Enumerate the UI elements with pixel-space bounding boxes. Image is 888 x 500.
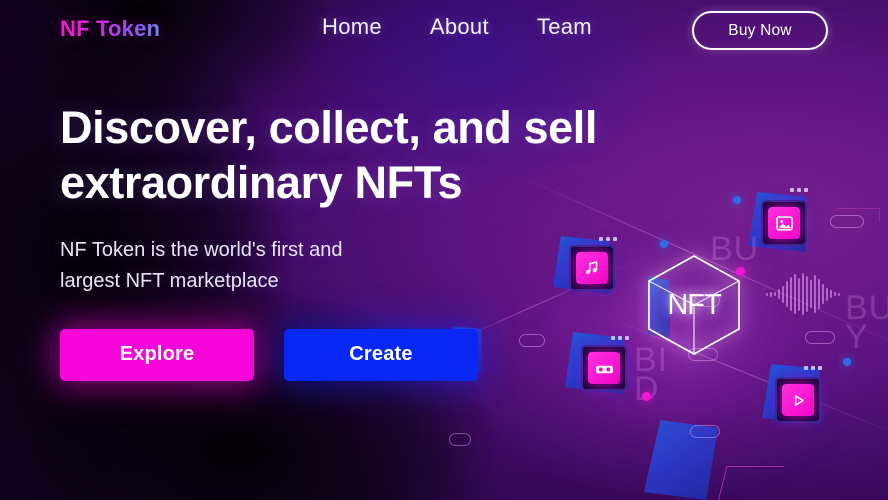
hero-section: Discover, collect, and sell extraordinar… [60, 100, 680, 381]
hero-subtitle: NF Token is the world's first and larges… [60, 235, 680, 298]
page-title: Discover, collect, and sell extraordinar… [60, 100, 680, 211]
main-navigation: Home About Team [322, 14, 592, 40]
subtitle-line-2: largest NFT marketplace [60, 270, 279, 293]
hero-cta-row: Explore Create [60, 328, 680, 381]
site-logo[interactable]: NF Token [60, 16, 160, 42]
explore-button[interactable]: Explore [60, 328, 254, 381]
nav-link-about[interactable]: About [430, 14, 489, 40]
headline-line-1: Discover, collect, and sell [60, 102, 597, 153]
subtitle-line-1: NF Token is the world's first and [60, 238, 343, 261]
site-header: NF Token Home About Team Buy Now [0, 0, 888, 62]
nav-link-team[interactable]: Team [537, 14, 592, 40]
buy-now-button[interactable]: Buy Now [692, 11, 828, 50]
create-button[interactable]: Create [284, 328, 478, 381]
landing-page: BU BI D BU Y NFT NF Token Home About Tea… [0, 0, 888, 500]
nav-link-home[interactable]: Home [322, 14, 382, 40]
headline-line-2: extraordinary NFTs [60, 157, 463, 209]
